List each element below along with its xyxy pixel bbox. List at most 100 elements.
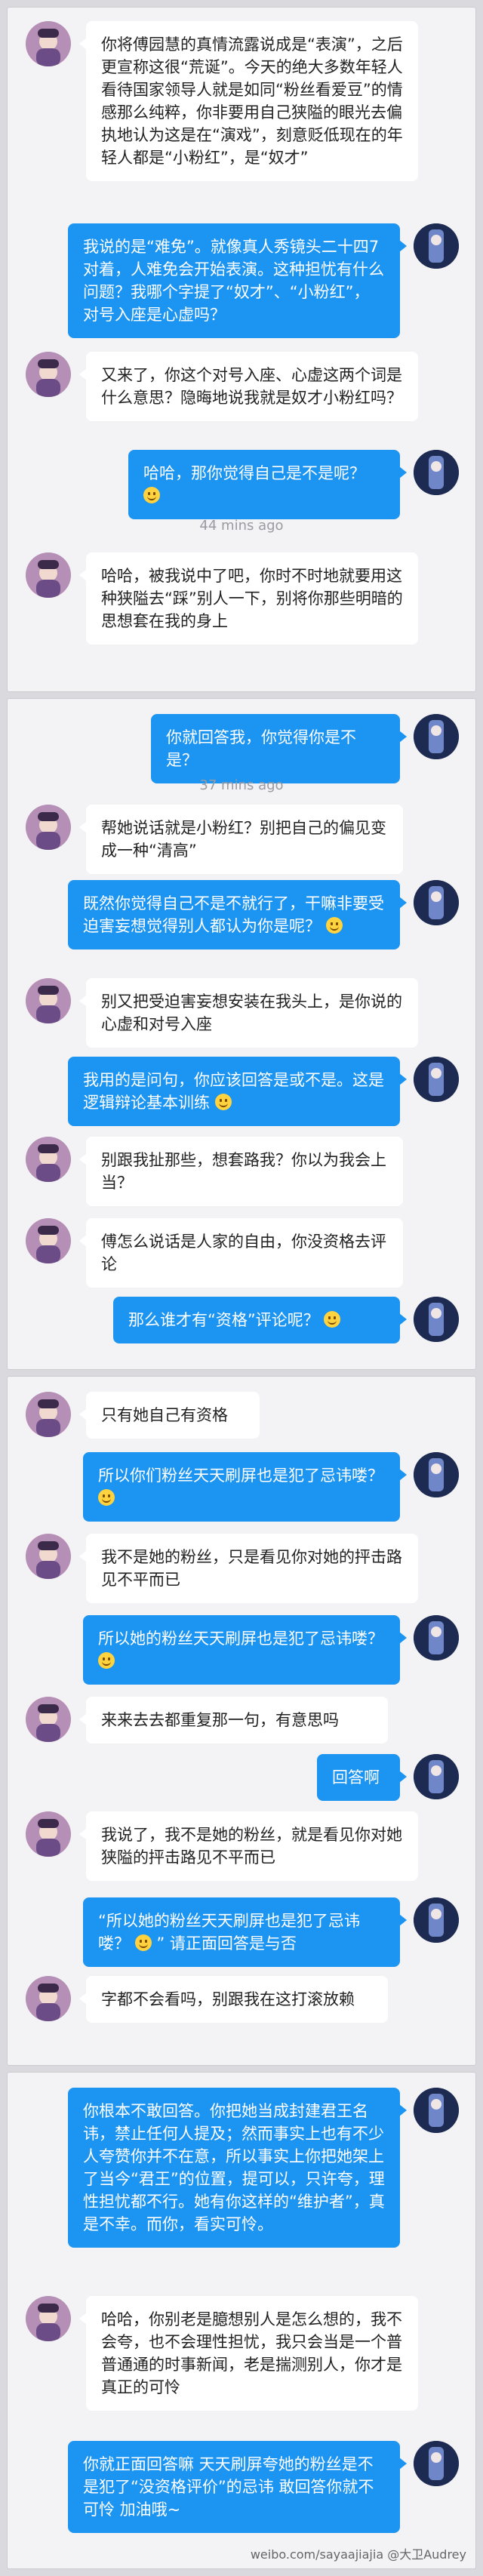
avatar-icon xyxy=(414,2088,459,2133)
avatar-icon xyxy=(26,1392,71,1437)
message-outgoing: “所以她的粉丝天天刷屏也是犯了忌讳喽？ ” 请正面回答是与否 xyxy=(83,1897,407,1967)
avatar[interactable] xyxy=(26,552,71,598)
avatar-icon xyxy=(414,2441,459,2486)
avatar-icon xyxy=(414,1297,459,1342)
avatar-icon xyxy=(26,1976,71,2021)
message-outgoing: 既然你觉得自己不是不就行了，干嘛非要受迫害妄想觉得别人都认为你是呢？ xyxy=(68,880,407,949)
message-row: 所以你们粉丝天天刷屏也是犯了忌讳喽？ xyxy=(8,1452,475,1522)
message-row: 回答啊 xyxy=(8,1754,475,1801)
message-incoming: 你将傅园慧的真情流露说成是“表演”，之后更宣称这很“荒诞”。今天的绝大多数年轻人… xyxy=(79,21,418,181)
message-outgoing: 你就回答我，你觉得你是不是？ xyxy=(151,714,407,783)
avatar[interactable] xyxy=(26,1976,71,2021)
message-row: 来来去去都重复那一句，有意思吗 xyxy=(8,1697,475,1743)
avatar-icon xyxy=(26,2296,71,2341)
message-text: 我用的是问句，你应该回答是或不是。这是逻辑辩论基本训练 xyxy=(83,1071,384,1112)
avatar-icon xyxy=(26,1137,71,1182)
message-row: 你将傅园慧的真情流露说成是“表演”，之后更宣称这很“荒诞”。今天的绝大多数年轻人… xyxy=(8,21,475,211)
message-row: 我用的是问句，你应该回答是或不是。这是逻辑辩论基本训练 xyxy=(8,1057,475,1126)
avatar[interactable] xyxy=(26,2296,71,2341)
avatar[interactable] xyxy=(414,1615,459,1660)
message-row: 哈哈，那你觉得自己是不是呢？ xyxy=(8,450,475,519)
message-outgoing: 所以她的粉丝天天刷屏也是犯了忌讳喽？ xyxy=(83,1615,407,1685)
avatar[interactable] xyxy=(414,1297,459,1342)
avatar[interactable] xyxy=(26,1137,71,1182)
message-incoming: 哈哈，你别老是臆想别人是怎么想的，我不会夸，也不会理性担忧，我只会当是一个普普通… xyxy=(79,2296,418,2411)
timestamp: 37 mins ago xyxy=(199,777,284,793)
message-incoming: 傅怎么说话是人家的自由，你没资格去评论 xyxy=(79,1218,403,1288)
message-text: ” 请正面回答是与否 xyxy=(156,1934,297,1953)
avatar[interactable] xyxy=(26,1218,71,1263)
avatar-icon xyxy=(414,1615,459,1660)
chat-panel-4: 你根本不敢回答。你把她当成封建君王名讳，禁止任何人提及；然而事实上也有不少人夸赞… xyxy=(8,2073,475,2568)
avatar-icon xyxy=(26,552,71,598)
avatar[interactable] xyxy=(414,2441,459,2486)
message-incoming: 又来了，你这个对号入座、心虚这两个词是什么意思？隐晦地说我就是奴才小粉红吗？ xyxy=(79,352,418,421)
message-row: 只有她自己有资格 xyxy=(8,1392,475,1439)
avatar[interactable] xyxy=(26,805,71,850)
smile-emoji-icon xyxy=(325,917,343,934)
avatar[interactable] xyxy=(414,880,459,925)
avatar[interactable] xyxy=(414,1057,459,1102)
avatar[interactable] xyxy=(414,1452,459,1497)
message-row: 字都不会看吗，别跟我在这打滚放赖 xyxy=(8,1976,475,2038)
avatar-icon xyxy=(414,1754,459,1799)
avatar[interactable] xyxy=(26,978,71,1023)
message-text: 哈哈，那你觉得自己是不是呢？ xyxy=(143,464,365,482)
avatar-icon xyxy=(414,450,459,495)
message-incoming: 我不是她的粉丝，只是看见你对她的抨击路见不平而已 xyxy=(79,1534,418,1603)
message-outgoing: 我用的是问句，你应该回答是或不是。这是逻辑辩论基本训练 xyxy=(68,1057,407,1126)
message-row: 又来了，你这个对号入座、心虚这两个词是什么意思？隐晦地说我就是奴才小粉红吗？ xyxy=(8,352,475,436)
avatar[interactable] xyxy=(414,223,459,269)
message-incoming: 字都不会看吗，别跟我在这打滚放赖 xyxy=(79,1976,388,2023)
avatar-icon xyxy=(414,1452,459,1497)
chat-panel-2: 你就回答我，你觉得你是不是？ 37 mins ago 帮她说话就是小粉红？别把自… xyxy=(8,699,475,1369)
avatar[interactable] xyxy=(414,1754,459,1799)
message-incoming: 别又把受迫害妄想安装在我头上，是你说的心虚和对号入座 xyxy=(79,978,418,1048)
message-row: 别跟我扯那些，想套路我？你以为我会上当？ xyxy=(8,1137,475,1206)
avatar-icon xyxy=(26,1811,71,1857)
message-outgoing: 所以你们粉丝天天刷屏也是犯了忌讳喽？ xyxy=(83,1452,407,1522)
message-outgoing: 你根本不敢回答。你把她当成封建君王名讳，禁止任何人提及；然而事实上也有不少人夸赞… xyxy=(68,2088,407,2248)
avatar[interactable] xyxy=(414,2088,459,2133)
message-incoming: 帮她说话就是小粉红？别把自己的偏见变成一种“清高” xyxy=(79,805,403,874)
avatar-icon xyxy=(26,805,71,850)
avatar[interactable] xyxy=(26,1811,71,1857)
avatar-icon xyxy=(26,352,71,397)
avatar[interactable] xyxy=(26,1697,71,1742)
avatar[interactable] xyxy=(414,714,459,759)
timestamp: 44 mins ago xyxy=(199,518,284,534)
avatar-icon xyxy=(26,21,71,66)
avatar-icon xyxy=(26,1218,71,1263)
avatar[interactable] xyxy=(414,450,459,495)
message-row: 哈哈，被我说中了吧，你时不时地就要用这种狭隘去“踩”别人一下，别将你那些明暗的思… xyxy=(8,552,475,655)
smile-emoji-icon xyxy=(98,1489,115,1506)
message-row: 那么谁才有“资格”评论呢？ xyxy=(8,1297,475,1343)
avatar[interactable] xyxy=(414,1897,459,1943)
smile-emoji-icon xyxy=(324,1311,341,1328)
avatar[interactable] xyxy=(26,352,71,397)
avatar[interactable] xyxy=(26,21,71,66)
message-outgoing: 那么谁才有“资格”评论呢？ xyxy=(113,1297,407,1343)
message-text: 所以你们粉丝天天刷屏也是犯了忌讳喽？ xyxy=(98,1467,383,1485)
message-row: 你就正面回答嘛 天天刷屏夸她的粉丝是不是犯了“没资格评价”的忌讳 敢回答你就不可… xyxy=(8,2441,475,2533)
smile-emoji-icon xyxy=(214,1094,232,1110)
message-row: “所以她的粉丝天天刷屏也是犯了忌讳喽？ ” 请正面回答是与否 xyxy=(8,1897,475,1967)
smile-emoji-icon xyxy=(134,1934,152,1951)
message-incoming: 哈哈，被我说中了吧，你时不时地就要用这种狭隘去“踩”别人一下，别将你那些明暗的思… xyxy=(79,552,418,645)
message-incoming: 别跟我扯那些，想套路我？你以为我会上当？ xyxy=(79,1137,403,1206)
avatar-icon xyxy=(26,1534,71,1579)
message-row: 我说了，我不是她的粉丝，就是看见你对她狭隘的抨击路见不平而已 xyxy=(8,1811,475,1881)
watermark: weibo.com/sayaajiajia @大卫Audrey xyxy=(250,2547,466,2562)
avatar-icon xyxy=(414,880,459,925)
message-row: 既然你觉得自己不是不就行了，干嘛非要受迫害妄想觉得别人都认为你是呢？ xyxy=(8,880,475,965)
message-outgoing: 你就正面回答嘛 天天刷屏夸她的粉丝是不是犯了“没资格评价”的忌讳 敢回答你就不可… xyxy=(68,2441,407,2533)
avatar[interactable] xyxy=(26,1392,71,1437)
message-incoming: 我说了，我不是她的粉丝，就是看见你对她狭隘的抨击路见不平而已 xyxy=(79,1811,418,1881)
message-row: 别又把受迫害妄想安装在我头上，是你说的心虚和对号入座 xyxy=(8,978,475,1048)
smile-emoji-icon xyxy=(98,1652,115,1669)
message-row: 傅怎么说话是人家的自由，你没资格去评论 xyxy=(8,1218,475,1288)
message-row: 我说的是“难免”。就像真人秀镜头二十四7对着，人难免会开始表演。这种担忧有什么问… xyxy=(8,223,475,338)
message-text: 那么谁才有“资格”评论呢？ xyxy=(128,1311,319,1329)
avatar[interactable] xyxy=(26,1534,71,1579)
message-outgoing: 哈哈，那你觉得自己是不是呢？ xyxy=(128,450,407,519)
